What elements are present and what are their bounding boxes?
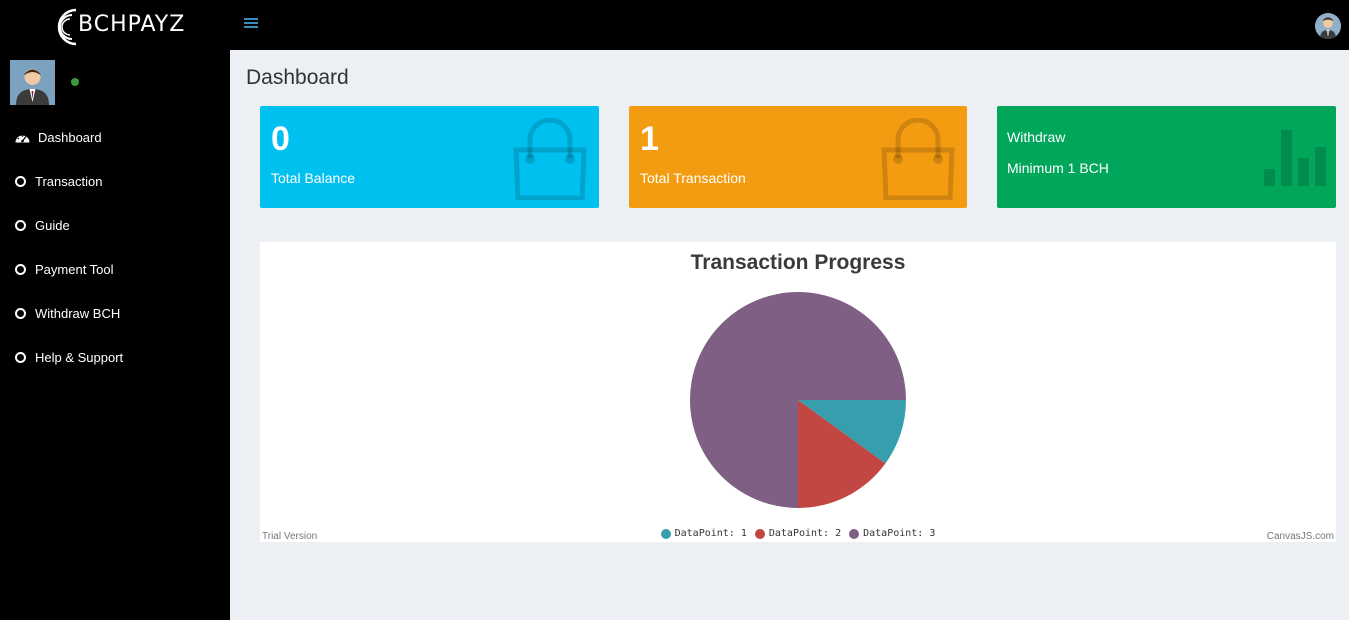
circle-icon: [15, 219, 26, 231]
user-avatar-icon: [10, 60, 55, 105]
chart-watermark: Trial Version: [262, 531, 318, 542]
sidebar: Dashboard Transaction Guide Payment Tool…: [0, 50, 230, 620]
withdraw-title: Withdraw: [1007, 129, 1066, 145]
dashboard-icon: [15, 134, 30, 142]
brand-name: BCHPAYZ: [78, 12, 186, 37]
hamburger-icon: [244, 18, 258, 20]
legend-label: DataPoint: 2: [768, 528, 842, 539]
legend-item[interactable]: DataPoint: 1: [660, 528, 747, 539]
top-navbar: BCHPAYZ: [0, 0, 1349, 50]
brand-logo[interactable]: BCHPAYZ: [48, 4, 188, 48]
chart-title: Transaction Progress: [690, 251, 906, 274]
chart-credits-link[interactable]: CanvasJS.com: [1267, 531, 1334, 542]
total-transaction-box: 1 Total Transaction: [629, 106, 967, 208]
total-balance-value: 0: [271, 120, 290, 158]
legend-item[interactable]: DataPoint: 3: [849, 528, 935, 539]
user-avatar-icon: [1315, 13, 1341, 39]
sidebar-item-label: Withdraw BCH: [35, 305, 121, 321]
legend-swatch: [660, 528, 671, 539]
total-balance-box: 0 Total Balance: [260, 106, 599, 208]
circle-icon: [15, 307, 26, 319]
sidebar-item-label: Help & Support: [35, 349, 124, 365]
bar-chart-icon: [1264, 130, 1326, 186]
legend-swatch: [754, 528, 765, 539]
sidebar-item-guide[interactable]: Guide: [0, 203, 230, 247]
sidebar-item-withdraw-bch[interactable]: Withdraw BCH: [0, 291, 230, 335]
sidebar-item-help-support[interactable]: Help & Support: [0, 335, 230, 379]
total-transaction-value: 1: [640, 120, 659, 158]
sidebar-item-label: Guide: [35, 217, 70, 233]
sidebar-item-label: Payment Tool: [35, 261, 114, 277]
circle-icon: [15, 351, 26, 363]
transaction-progress-chart: Transaction Progress DataPoint: 1 DataPoi…: [260, 242, 1336, 542]
circle-icon: [15, 263, 26, 275]
page-title: Dashboard: [246, 66, 349, 89]
online-status-dot: [71, 78, 79, 86]
pie-chart: [690, 292, 906, 508]
user-menu-avatar[interactable]: [1315, 13, 1341, 39]
withdraw-box[interactable]: Withdraw Minimum 1 BCH: [997, 106, 1336, 208]
circle-icon: [15, 175, 26, 187]
user-profile-avatar[interactable]: [10, 60, 55, 105]
total-balance-label: Total Balance: [271, 170, 356, 186]
shopping-bag-icon: [513, 118, 587, 200]
sidebar-item-label: Transaction: [35, 173, 103, 189]
sidebar-item-label: Dashboard: [38, 129, 102, 145]
legend-label: DataPoint: 3: [863, 528, 936, 539]
sidebar-menu: Dashboard Transaction Guide Payment Tool…: [0, 115, 230, 379]
sidebar-toggle-button[interactable]: [244, 16, 258, 32]
sidebar-item-dashboard[interactable]: Dashboard: [0, 115, 230, 159]
legend-label: DataPoint: 1: [674, 528, 747, 539]
withdraw-minimum-label: Minimum 1 BCH: [1007, 160, 1109, 176]
legend-item[interactable]: DataPoint: 2: [754, 528, 842, 539]
sidebar-item-transaction[interactable]: Transaction: [0, 159, 230, 203]
chart-legend: DataPoint: 1 DataPoint: 2 DataPoint: 3: [260, 528, 1336, 539]
sidebar-item-payment-tool[interactable]: Payment Tool: [0, 247, 230, 291]
total-transaction-label: Total Transaction: [640, 170, 746, 186]
shopping-bag-icon: [881, 118, 955, 200]
legend-swatch: [849, 528, 860, 539]
